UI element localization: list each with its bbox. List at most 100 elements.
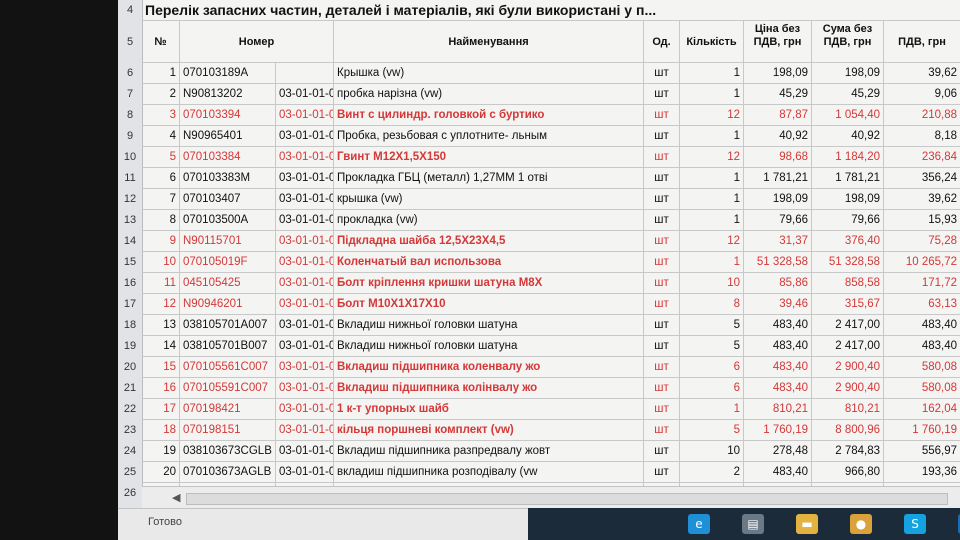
cell-sum[interactable]: 2 900,40 xyxy=(812,357,884,378)
cell-vat[interactable]: 236,84 xyxy=(884,147,960,168)
cell-name[interactable]: Болт кріплення кришки шатуна М8Х xyxy=(334,273,644,294)
header-name[interactable]: Найменування xyxy=(334,21,644,63)
cell-name[interactable]: Пробка, резьбовая с уплотните- льным xyxy=(334,126,644,147)
cell-vat[interactable]: 10 265,72 xyxy=(884,252,960,273)
cell-n[interactable]: 15 xyxy=(142,357,180,378)
row-number[interactable]: 9 xyxy=(118,126,142,147)
cell-name[interactable]: пробка нарізна (vw) xyxy=(334,84,644,105)
cell-num[interactable]: 038105701B007 xyxy=(180,336,276,357)
cell-price[interactable]: 198,09 xyxy=(744,63,812,84)
row-number[interactable]: 10 xyxy=(118,147,142,168)
cell-num[interactable]: N90946201 xyxy=(180,294,276,315)
cell-name[interactable]: кільця поршневі комплект (vw) xyxy=(334,420,644,441)
cell-price[interactable]: 85,86 xyxy=(744,273,812,294)
cell-qty[interactable]: 10 xyxy=(680,273,744,294)
cell-price[interactable]: 31,37 xyxy=(744,231,812,252)
cell-num[interactable]: 038103673CGLB xyxy=(180,441,276,462)
cell-vat[interactable]: 1 760,19 xyxy=(884,420,960,441)
cell-n[interactable]: 9 xyxy=(142,231,180,252)
row-number[interactable]: 8 xyxy=(118,105,142,126)
cell-vat[interactable]: 15,93 xyxy=(884,210,960,231)
cell-n[interactable]: 1 xyxy=(142,63,180,84)
cell-vat[interactable]: 39,62 xyxy=(884,189,960,210)
cell-code[interactable]: 03-01-01-0 xyxy=(276,231,334,252)
cell-num[interactable]: 070103407 xyxy=(180,189,276,210)
cell-code[interactable]: 03-01-01-0 xyxy=(276,273,334,294)
cell-qty[interactable]: 1 xyxy=(680,84,744,105)
cell-n[interactable]: 3 xyxy=(142,105,180,126)
cell-name[interactable]: Підкладна шайба 12,5Х23Х4,5 xyxy=(334,231,644,252)
row-number[interactable]: 4 xyxy=(118,0,142,21)
cell-unit[interactable]: шт xyxy=(644,105,680,126)
cell-unit[interactable]: шт xyxy=(644,420,680,441)
cell-num[interactable]: 070103673AGLB xyxy=(180,462,276,483)
cell-unit[interactable]: шт xyxy=(644,357,680,378)
cell-name[interactable]: Вкладиш нижньої головки шатуна xyxy=(334,336,644,357)
cell-sum[interactable]: 966,80 xyxy=(812,462,884,483)
row-number[interactable]: 23 xyxy=(118,420,142,441)
row-number[interactable]: 22 xyxy=(118,399,142,420)
cell-unit[interactable]: шт xyxy=(644,84,680,105)
cell-vat[interactable]: 9,06 xyxy=(884,84,960,105)
cell-vat[interactable]: 171,72 xyxy=(884,273,960,294)
row-number[interactable]: 15 xyxy=(118,252,142,273)
cell-code[interactable]: 03-01-01-0 xyxy=(276,399,334,420)
row-number[interactable]: 25 xyxy=(118,462,142,483)
cell-n[interactable]: 8 xyxy=(142,210,180,231)
cell-unit[interactable]: шт xyxy=(644,231,680,252)
cell-price[interactable]: 45,29 xyxy=(744,84,812,105)
cell-qty[interactable]: 1 xyxy=(680,126,744,147)
cell-vat[interactable]: 210,88 xyxy=(884,105,960,126)
cell-name[interactable]: Вкладиш підшипника разпредвалу жовт xyxy=(334,441,644,462)
cell-qty[interactable]: 5 xyxy=(680,420,744,441)
cell-price[interactable]: 39,46 xyxy=(744,294,812,315)
cell-price[interactable]: 1 781,21 xyxy=(744,168,812,189)
cell-price[interactable]: 79,66 xyxy=(744,210,812,231)
cell-code[interactable]: 03-01-01-0 xyxy=(276,462,334,483)
cell-qty[interactable]: 6 xyxy=(680,378,744,399)
cell-num[interactable]: 070103189A xyxy=(180,63,276,84)
row-number[interactable]: 19 xyxy=(118,336,142,357)
cell-vat[interactable]: 39,62 xyxy=(884,63,960,84)
cell-code[interactable]: 03-01-01-0 xyxy=(276,441,334,462)
cell-sum[interactable]: 2 417,00 xyxy=(812,336,884,357)
cell-sum[interactable]: 40,92 xyxy=(812,126,884,147)
cell-code[interactable]: 03-01-01-0 xyxy=(276,315,334,336)
row-number[interactable]: 11 xyxy=(118,168,142,189)
row-number[interactable]: 24 xyxy=(118,441,142,462)
row-number[interactable]: 17 xyxy=(118,294,142,315)
cell-num[interactable]: N90813202 xyxy=(180,84,276,105)
cell-name[interactable]: Вкладиш підшипника коленвалу жо xyxy=(334,357,644,378)
row-number[interactable]: 5 xyxy=(118,21,142,63)
cell-n[interactable]: 2 xyxy=(142,84,180,105)
cell-name[interactable]: прокладка (vw) xyxy=(334,210,644,231)
cell-n[interactable]: 5 xyxy=(142,147,180,168)
cell-qty[interactable]: 1 xyxy=(680,210,744,231)
row-number[interactable]: 16 xyxy=(118,273,142,294)
cell-unit[interactable]: шт xyxy=(644,441,680,462)
cell-code[interactable]: 03-01-01-0 xyxy=(276,168,334,189)
cell-code[interactable]: 03-01-01-0 xyxy=(276,189,334,210)
cell-unit[interactable]: шт xyxy=(644,126,680,147)
cell-sum[interactable]: 45,29 xyxy=(812,84,884,105)
cell-unit[interactable]: шт xyxy=(644,168,680,189)
cell-code[interactable]: 03-01-01-0 xyxy=(276,105,334,126)
cell-price[interactable]: 40,92 xyxy=(744,126,812,147)
skype-icon[interactable]: S xyxy=(904,514,926,534)
cell-qty[interactable]: 1 xyxy=(680,63,744,84)
cell-unit[interactable]: шт xyxy=(644,399,680,420)
cell-sum[interactable]: 1 781,21 xyxy=(812,168,884,189)
cell-unit[interactable]: шт xyxy=(644,189,680,210)
cell-sum[interactable]: 2 417,00 xyxy=(812,315,884,336)
cell-price[interactable]: 483,40 xyxy=(744,336,812,357)
cell-price[interactable]: 483,40 xyxy=(744,378,812,399)
cell-sum[interactable]: 2 784,83 xyxy=(812,441,884,462)
cell-code[interactable]: 03-01-01-0 xyxy=(276,84,334,105)
cell-qty[interactable]: 1 xyxy=(680,168,744,189)
cell-code[interactable]: 03-01-01-0 xyxy=(276,336,334,357)
cell-price[interactable]: 51 328,58 xyxy=(744,252,812,273)
row-number[interactable]: 14 xyxy=(118,231,142,252)
cell-qty[interactable]: 2 xyxy=(680,462,744,483)
row-number[interactable]: 12 xyxy=(118,189,142,210)
cell-sum[interactable]: 51 328,58 xyxy=(812,252,884,273)
